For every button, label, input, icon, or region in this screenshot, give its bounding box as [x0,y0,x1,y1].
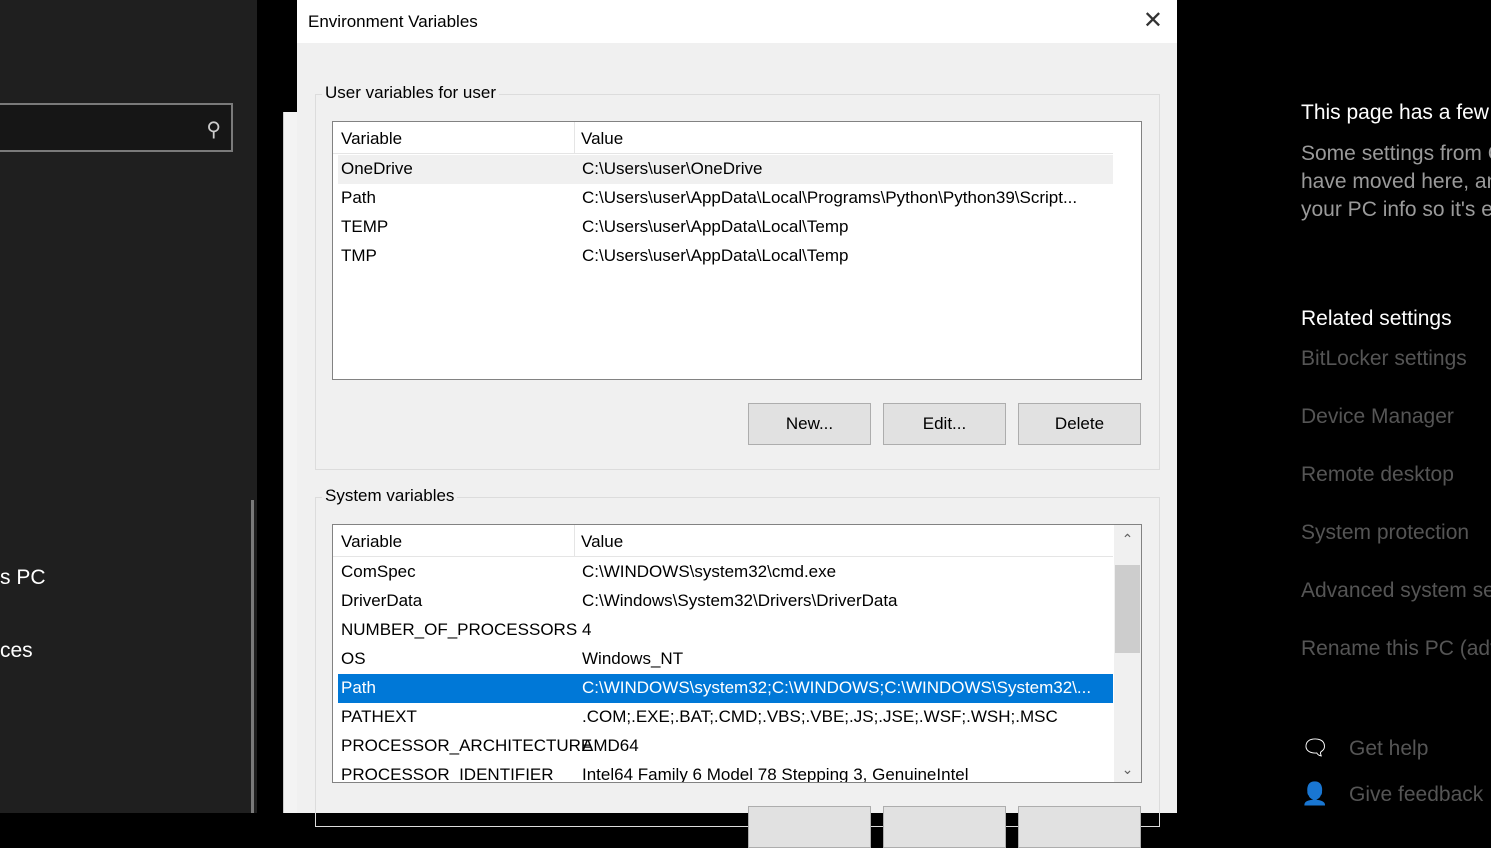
system-variables-list[interactable]: Variable Value ComSpec C:\WINDOWS\system32… [332,524,1142,783]
close-button[interactable]: ✕ [1143,6,1163,35]
variable-name: Path [341,678,376,697]
user-edit-button[interactable]: Edit... [883,403,1006,445]
table-row[interactable]: DriverData C:\Windows\System32\Drivers\Dr… [338,587,1113,616]
column-value[interactable]: Value [581,532,623,552]
scroll-down-arrow-icon[interactable]: ⌄ [1114,761,1141,778]
variable-value: C:\Users\user\AppData\Local\Programs\Pyt… [582,188,1078,207]
link-system-protection[interactable]: System protection [1301,521,1469,545]
environment-variables-dialog: Environment Variables ✕ User variables f… [297,0,1177,848]
variable-value: AMD64 [582,736,639,755]
user-new-button[interactable]: New... [748,403,871,445]
table-row[interactable]: Path C:\WINDOWS\system32;C:\WINDOWS;C:\WI… [338,674,1113,703]
related-settings-heading: Related settings [1301,307,1452,330]
table-row[interactable]: PROCESSOR_ARCHITECTURE AMD64 [338,732,1113,761]
link-bitlocker[interactable]: BitLocker settings [1301,347,1467,371]
give-feedback-icon: 👤 [1301,781,1329,806]
vertical-scrollbar[interactable]: ⌃ ⌄ [1114,525,1141,782]
variable-name: TMP [341,246,377,265]
variable-name: OneDrive [341,159,413,178]
search-icon: ⚲ [206,119,221,141]
variable-value: C:\Windows\System32\Drivers\DriverData [582,591,898,610]
variable-value: .COM;.EXE;.BAT;.CMD;.VBS;.VBE;.JS;.JSE;.… [582,707,1058,726]
scrollbar-thumb[interactable] [1115,565,1140,653]
variable-name: TEMP [341,217,389,236]
variable-value: C:\WINDOWS\system32\cmd.exe [582,562,837,581]
table-row[interactable]: PATHEXT .COM;.EXE;.BAT;.CMD;.VBS;.VBE;.JS… [338,703,1113,732]
variable-name: NUMBER_OF_PROCESSORS [341,620,578,639]
scroll-up-arrow-icon[interactable]: ⌃ [1114,531,1141,548]
column-variable[interactable]: Variable [341,129,402,149]
variable-name: DriverData [341,591,423,610]
system-new-button[interactable] [748,806,871,848]
table-row[interactable]: NUMBER_OF_PROCESSORS 4 [338,616,1113,645]
sidebar-scrollbar[interactable] [251,500,254,813]
column-value[interactable]: Value [581,129,623,149]
dialog-title: Environment Variables [308,12,478,31]
settings-sidebar: ⚲ s PC ces [0,0,257,813]
variable-value: C:\Users\user\AppData\Local\Temp [582,246,849,265]
list-header: Variable Value [333,122,1113,154]
give-feedback-link[interactable]: Give feedback [1349,783,1483,807]
variable-value: C:\Users\user\OneDrive [582,159,763,178]
variable-name: OS [341,649,366,668]
table-row[interactable]: OS Windows_NT [338,645,1113,674]
variable-name: ComSpec [341,562,416,581]
variable-name: PATHEXT [341,707,417,726]
variable-value: Windows_NT [582,649,684,668]
info-text: your PC info so it's e [1301,198,1491,221]
table-row[interactable]: TEMP C:\Users\user\AppData\Local\Temp [338,213,1113,242]
link-advanced-system-settings[interactable]: Advanced system se [1301,579,1491,603]
info-heading: This page has a few n [1301,101,1491,124]
info-text: have moved here, an [1301,170,1491,193]
info-text: Some settings from C [1301,142,1491,165]
table-row[interactable]: Path C:\Users\user\AppData\Local\Programs… [338,184,1113,213]
title-bar: Environment Variables ✕ [297,0,1177,43]
variable-value: 4 [582,620,592,639]
search-input[interactable]: ⚲ [0,103,233,152]
sidebar-item-about[interactable]: s PC [0,566,46,590]
table-row[interactable]: TMP C:\Users\user\AppData\Local\Temp [338,242,1113,271]
link-device-manager[interactable]: Device Manager [1301,405,1454,429]
user-variables-label: User variables for user [322,83,500,103]
variable-value: C:\Users\user\AppData\Local\Temp [582,217,849,236]
table-row[interactable]: ComSpec C:\WINDOWS\system32\cmd.exe [338,558,1113,587]
variable-name: Path [341,188,376,207]
column-variable[interactable]: Variable [341,532,402,552]
variable-value: C:\WINDOWS\system32;C:\WINDOWS;C:\WINDOW… [582,678,1092,697]
system-variables-label: System variables [322,486,458,506]
table-row[interactable]: OneDrive C:\Users\user\OneDrive [338,155,1113,184]
variable-name: PROCESSOR_IDENTIFIER [341,765,554,783]
system-delete-button[interactable] [1018,806,1141,848]
get-help-icon: 🗨 [1301,735,1329,760]
get-help-link[interactable]: Get help [1349,737,1428,761]
link-rename-pc[interactable]: Rename this PC (adv [1301,637,1491,661]
system-edit-button[interactable] [883,806,1006,848]
list-header: Variable Value [333,525,1113,557]
variable-name: PROCESSOR_ARCHITECTURE [341,736,593,755]
link-remote-desktop[interactable]: Remote desktop [1301,463,1454,487]
user-delete-button[interactable]: Delete [1018,403,1141,445]
sidebar-item-services[interactable]: ces [0,639,33,663]
variable-value: Intel64 Family 6 Model 78 Stepping 3, Ge… [582,765,969,783]
user-variables-list[interactable]: Variable Value OneDrive C:\Users\user\OneD… [332,121,1142,380]
table-row[interactable]: PROCESSOR_IDENTIFIER Intel64 Family 6 Mod… [338,761,1113,783]
